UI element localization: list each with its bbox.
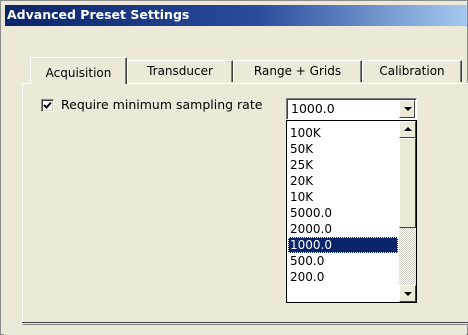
scroll-up-button[interactable] — [399, 121, 416, 138]
tab-range-grids-label: Range + Grids — [253, 64, 342, 78]
tab-acquisition-label: Acquisition — [45, 66, 112, 80]
tab-acquisition[interactable]: Acquisition — [30, 57, 127, 84]
require-min-sampling-label: Require minimum sampling rate — [61, 97, 263, 112]
combo-dropdown-button[interactable] — [399, 100, 415, 118]
tab-transducer-label: Transducer — [147, 64, 213, 78]
option-500[interactable]: 500.0 — [288, 253, 398, 269]
option-5000[interactable]: 5000.0 — [288, 205, 398, 221]
sampling-rate-combobox[interactable]: 1000.0 — [286, 98, 417, 120]
option-2000[interactable]: 2000.0 — [288, 221, 398, 237]
option-200[interactable]: 200.0 — [288, 269, 398, 285]
window-title: Advanced Preset Settings — [7, 7, 190, 22]
arrow-down-icon — [404, 292, 412, 296]
chevron-down-icon — [404, 107, 412, 111]
require-min-sampling-checkbox[interactable] — [41, 99, 54, 112]
option-25k[interactable]: 25K — [288, 157, 398, 173]
arrow-up-icon — [404, 127, 412, 131]
tab-transducer[interactable]: Transducer — [127, 60, 233, 82]
option-100k[interactable]: 100K — [288, 125, 398, 141]
dropdown-scrollbar[interactable] — [399, 121, 416, 302]
option-20k[interactable]: 20K — [288, 173, 398, 189]
tab-calibration-label: Calibration — [379, 64, 445, 78]
option-10k[interactable]: 10K — [288, 189, 398, 205]
scroll-down-button[interactable] — [399, 285, 416, 302]
option-50k[interactable]: 50K — [288, 141, 398, 157]
check-mark-icon — [43, 101, 52, 109]
sampling-rate-dropdown-list: 100K 50K 25K 20K 10K 5000.0 2000.0 1000.… — [286, 120, 417, 303]
scrollbar-thumb[interactable] — [399, 138, 416, 228]
sampling-rate-value: 1000.0 — [291, 101, 335, 116]
option-1000[interactable]: 1000.0 — [288, 237, 398, 253]
tab-calibration[interactable]: Calibration — [362, 60, 462, 82]
title-bar[interactable]: Advanced Preset Settings — [5, 5, 467, 27]
tab-panel-divider — [22, 322, 468, 323]
tab-range-grids[interactable]: Range + Grids — [233, 60, 362, 82]
